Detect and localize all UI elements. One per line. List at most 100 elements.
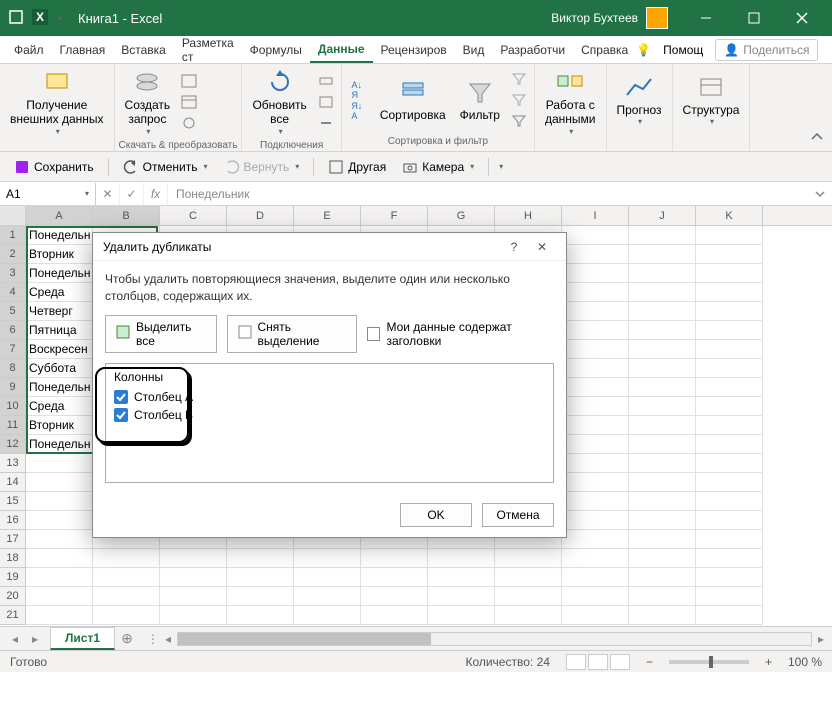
other-button[interactable]: Другая xyxy=(322,156,392,178)
horizontal-scrollbar[interactable] xyxy=(177,632,812,646)
cell[interactable]: Среда xyxy=(26,397,93,416)
edit-links-button[interactable] xyxy=(315,113,337,133)
cell[interactable] xyxy=(562,321,629,340)
cell[interactable] xyxy=(629,606,696,625)
cell[interactable] xyxy=(629,416,696,435)
fx-button[interactable]: fx xyxy=(144,183,168,205)
tab-developer[interactable]: Разработчи xyxy=(492,38,573,62)
cell[interactable] xyxy=(629,549,696,568)
recent-sources-button[interactable] xyxy=(178,113,200,133)
cancel-formula-button[interactable]: ✕ xyxy=(96,183,120,205)
minimize-button[interactable] xyxy=(684,4,728,32)
view-page-layout-button[interactable] xyxy=(588,654,608,670)
refresh-all-button[interactable]: Обновить все▾ xyxy=(246,66,312,138)
cell[interactable] xyxy=(696,378,763,397)
cell[interactable] xyxy=(696,302,763,321)
column-checkbox-a[interactable]: Столбец A xyxy=(114,388,545,406)
cell[interactable] xyxy=(629,359,696,378)
forecast-button[interactable]: Прогноз▾ xyxy=(611,71,668,129)
maximize-button[interactable] xyxy=(732,4,776,32)
cell[interactable] xyxy=(562,245,629,264)
cell[interactable]: Среда xyxy=(26,283,93,302)
column-header[interactable]: H xyxy=(495,206,562,225)
cell[interactable] xyxy=(495,587,562,606)
column-header[interactable]: J xyxy=(629,206,696,225)
qat-dropdown-icon[interactable]: ▾ xyxy=(58,14,62,23)
ok-button[interactable]: OK xyxy=(400,503,472,527)
tell-me[interactable]: Помощ xyxy=(663,43,703,57)
cell[interactable] xyxy=(696,549,763,568)
cell[interactable] xyxy=(562,416,629,435)
cell[interactable] xyxy=(696,283,763,302)
cell[interactable] xyxy=(428,549,495,568)
cell[interactable] xyxy=(562,378,629,397)
cell[interactable] xyxy=(696,340,763,359)
cell[interactable] xyxy=(696,435,763,454)
row-header[interactable]: 1 xyxy=(0,226,26,245)
row-header[interactable]: 16 xyxy=(0,511,26,530)
row-header[interactable]: 3 xyxy=(0,264,26,283)
user-account[interactable]: Виктор Бухтеев xyxy=(551,7,668,29)
cell[interactable] xyxy=(562,568,629,587)
cell[interactable] xyxy=(629,226,696,245)
hscroll-left[interactable]: ◂ xyxy=(165,632,171,646)
select-all-button[interactable]: Выделить все xyxy=(105,315,217,353)
hscroll-split[interactable]: ⋮ xyxy=(147,632,159,646)
row-header[interactable]: 15 xyxy=(0,492,26,511)
row-header[interactable]: 11 xyxy=(0,416,26,435)
cell[interactable] xyxy=(696,568,763,587)
cell[interactable] xyxy=(227,549,294,568)
cell[interactable] xyxy=(93,568,160,587)
cell[interactable] xyxy=(495,568,562,587)
cell[interactable] xyxy=(93,606,160,625)
cell[interactable] xyxy=(93,587,160,606)
cell[interactable] xyxy=(696,511,763,530)
row-header[interactable]: 20 xyxy=(0,587,26,606)
from-table-button[interactable] xyxy=(178,92,200,112)
cell[interactable]: Понедельн xyxy=(26,435,93,454)
row-header[interactable]: 8 xyxy=(0,359,26,378)
cell[interactable] xyxy=(629,492,696,511)
cell[interactable] xyxy=(160,606,227,625)
dialog-help-button[interactable]: ? xyxy=(500,235,528,259)
tab-review[interactable]: Рецензиров xyxy=(373,38,455,62)
zoom-slider[interactable] xyxy=(669,660,749,664)
cell[interactable] xyxy=(495,549,562,568)
row-header[interactable]: 12 xyxy=(0,435,26,454)
new-query-button[interactable]: Создать запрос▾ xyxy=(119,66,177,138)
cell[interactable] xyxy=(696,226,763,245)
name-box[interactable]: A1▾ xyxy=(0,183,96,205)
cell[interactable] xyxy=(562,492,629,511)
cell[interactable] xyxy=(629,378,696,397)
cell[interactable]: Суббота xyxy=(26,359,93,378)
cell[interactable] xyxy=(294,606,361,625)
row-header[interactable]: 18 xyxy=(0,549,26,568)
expand-formula-bar-button[interactable] xyxy=(808,188,832,200)
column-checkbox-b[interactable]: Столбец B xyxy=(114,406,545,424)
zoom-out-button[interactable]: − xyxy=(646,655,653,669)
cell[interactable] xyxy=(294,568,361,587)
cell[interactable]: Вторник xyxy=(26,245,93,264)
cell[interactable] xyxy=(629,321,696,340)
cell[interactable] xyxy=(696,587,763,606)
column-header[interactable]: E xyxy=(294,206,361,225)
close-button[interactable] xyxy=(780,4,824,32)
cell[interactable] xyxy=(428,568,495,587)
cell[interactable] xyxy=(562,302,629,321)
deselect-all-button[interactable]: Снять выделение xyxy=(227,315,358,353)
cell[interactable] xyxy=(495,606,562,625)
cell[interactable] xyxy=(26,454,93,473)
tab-insert[interactable]: Вставка xyxy=(113,38,174,62)
add-sheet-button[interactable]: ⊕ xyxy=(115,630,139,647)
sheet-nav-next[interactable]: ▸ xyxy=(26,630,44,648)
qat-more-icon[interactable]: ▾ xyxy=(499,162,503,171)
cell[interactable]: Понедельн xyxy=(26,264,93,283)
share-button[interactable]: 👤Поделиться xyxy=(715,39,818,61)
get-external-data-button[interactable]: Получение внешних данных▾ xyxy=(4,66,110,138)
view-normal-button[interactable] xyxy=(566,654,586,670)
cell[interactable] xyxy=(562,435,629,454)
cell[interactable] xyxy=(93,549,160,568)
zoom-in-button[interactable]: + xyxy=(765,655,772,669)
cell[interactable] xyxy=(26,606,93,625)
cell[interactable] xyxy=(629,473,696,492)
